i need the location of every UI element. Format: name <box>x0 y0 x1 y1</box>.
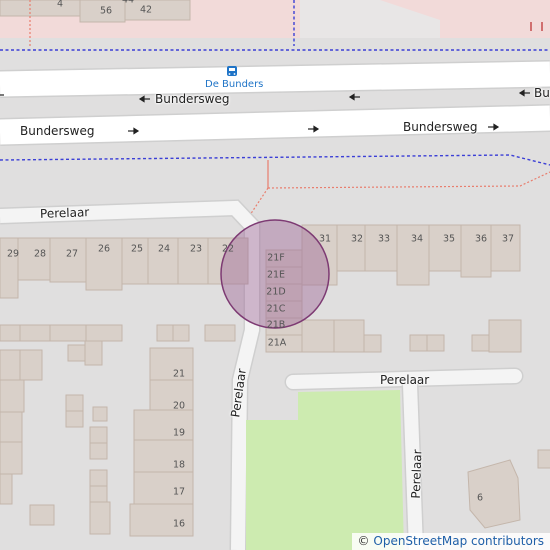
map-canvas[interactable]: 4 56 44 42 29 28 27 26 25 24 23 22 31 32… <box>0 0 550 550</box>
house-number: 16 <box>172 518 186 530</box>
house-number: 21C <box>266 303 286 315</box>
street-label-perelaar: Perelaar <box>408 449 425 499</box>
house-number: 37 <box>501 233 515 245</box>
street-label-bundersweg: Bundersweg <box>403 120 478 134</box>
street-label-bundersweg: Bundersweg <box>155 92 230 106</box>
park-area <box>246 390 404 550</box>
house-number: 21F <box>267 252 285 264</box>
house-number: 31 <box>318 233 332 245</box>
house-number: 19 <box>172 427 186 439</box>
boundary-cross-marker <box>530 22 543 31</box>
house-number: 29 <box>6 248 20 260</box>
house-number: 21B <box>266 319 286 331</box>
house-number: 42 <box>139 4 153 16</box>
house-number: 33 <box>377 233 391 245</box>
house-number: 36 <box>474 233 488 245</box>
house-number: 32 <box>350 233 364 245</box>
house-number: 34 <box>410 233 424 245</box>
street-label-bundersweg: Bundersweg <box>20 124 95 138</box>
house-number: 27 <box>65 248 79 260</box>
street-label-perelaar: Perelaar <box>39 205 90 221</box>
house-number: 21D <box>266 286 286 298</box>
house-number: 56 <box>99 5 113 17</box>
house-number: 22 <box>221 243 235 255</box>
bus-stop-label: De Bunders <box>205 79 264 90</box>
house-number: 44 <box>121 0 135 6</box>
house-number: 18 <box>172 459 186 471</box>
house-number: 28 <box>33 248 47 260</box>
house-number: 21 <box>172 368 186 380</box>
house-number: 23 <box>189 243 203 255</box>
house-number: 4 <box>56 0 64 10</box>
house-number: 6 <box>476 492 484 504</box>
street-label-perelaar: Perelaar <box>380 373 430 387</box>
house-number: 21A <box>267 337 287 349</box>
house-number: 17 <box>172 486 186 498</box>
house-number: 20 <box>172 400 186 412</box>
house-number: 24 <box>157 243 171 255</box>
house-number: 25 <box>130 243 144 255</box>
house-number: 26 <box>97 243 111 255</box>
street-label-bundersweg: Bundersweg <box>534 86 550 100</box>
buildings-south-east <box>467 449 550 529</box>
buildings-west <box>0 324 236 537</box>
map-attribution: © OpenStreetMap contributors <box>351 533 550 550</box>
house-number: 21E <box>266 269 286 281</box>
house-number: 35 <box>442 233 456 245</box>
copyright-symbol: © <box>357 534 370 548</box>
attribution-link[interactable]: OpenStreetMap contributors <box>373 534 544 548</box>
bus-stop-icon <box>227 66 237 76</box>
